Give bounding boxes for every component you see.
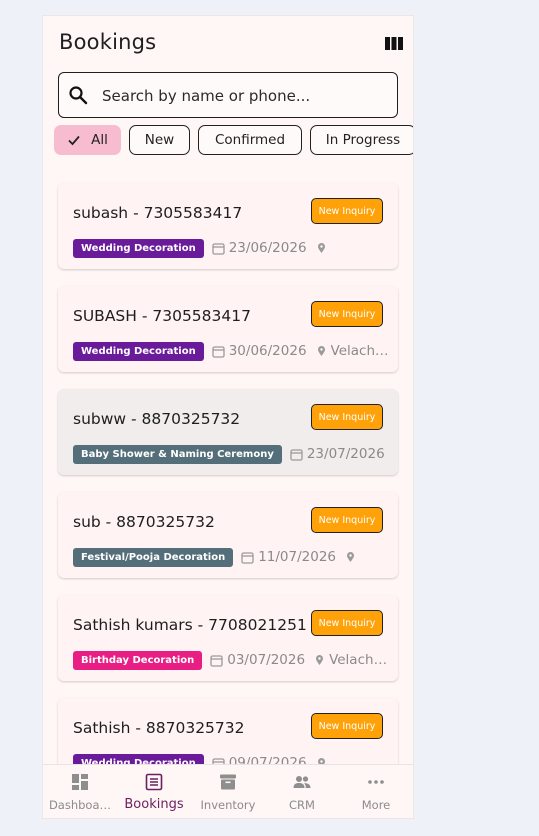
calendar-icon (241, 551, 254, 564)
booking-name: subww - 8870325732 (73, 410, 241, 428)
event-type-tag: Birthday Decoration (73, 650, 203, 670)
filter-chip-label: All (91, 132, 108, 148)
nav-label: CRM (289, 798, 315, 812)
calendar-icon (210, 654, 223, 667)
booking-date: 30/06/2026 (228, 343, 307, 359)
dashboard-icon (72, 774, 88, 790)
event-type-tag: Wedding Decoration (73, 238, 204, 258)
search-icon (69, 86, 88, 105)
nav-item-inventory[interactable]: Inventory (191, 765, 265, 818)
booking-card[interactable]: Sathish kumars - 7708021251 New Inquiry … (58, 595, 398, 681)
filter-chip-in-progress[interactable]: In Progress (310, 125, 413, 155)
booking-name: Sathish kumars - 7708021251 (73, 616, 307, 634)
bookings-list[interactable]: subash - 7305583417 New Inquiry Wedding … (43, 178, 413, 764)
location-pin-icon (317, 758, 325, 764)
booking-date: 23/06/2026 (228, 240, 307, 256)
filter-chip-confirmed[interactable]: Confirmed (198, 125, 302, 155)
more-icon (368, 780, 384, 784)
filter-chip-new[interactable]: New (129, 125, 190, 155)
booking-card[interactable]: SUBASH - 7305583417 New Inquiry Wedding … (58, 286, 398, 372)
event-type-tag: Wedding Decoration (73, 341, 204, 361)
inventory-icon (220, 774, 236, 790)
booking-name: subash - 7305583417 (73, 204, 243, 222)
calendar-icon (212, 242, 225, 255)
booking-card[interactable]: sub - 8870325732 New Inquiry Festival/Po… (58, 492, 398, 578)
booking-name: Sathish - 8870325732 (73, 719, 245, 737)
calendar-icon (212, 757, 225, 764)
booking-location: Velache… (329, 652, 391, 668)
page-title: Bookings (59, 30, 157, 54)
filter-chip-label: In Progress (325, 132, 401, 148)
view-columns-icon[interactable] (385, 37, 403, 50)
booking-card[interactable]: subww - 8870325732 New Inquiry Baby Show… (58, 389, 398, 475)
booking-date: 23/07/2026 (306, 446, 385, 462)
calendar-icon (212, 345, 225, 358)
event-type-tag: Wedding Decoration (73, 753, 204, 764)
nav-label: Dashboa… (48, 798, 112, 812)
location-pin-icon (347, 552, 355, 562)
search-input[interactable] (100, 83, 389, 109)
booking-meta: Baby Shower & Naming Ceremony 23/07/2026 (73, 444, 391, 464)
status-badge: New Inquiry (311, 404, 383, 430)
booking-meta: Wedding Decoration 23/06/2026 (73, 238, 391, 258)
booking-date: 11/07/2026 (258, 549, 337, 565)
bookings-icon (145, 773, 163, 791)
calendar-icon (290, 448, 303, 461)
status-badge: New Inquiry (311, 507, 383, 533)
booking-date: 09/07/2026 (228, 755, 307, 764)
nav-label: Bookings (124, 797, 184, 812)
booking-meta: Wedding Decoration 30/06/2026 Velach… (73, 341, 391, 361)
location-pin-icon (316, 655, 324, 665)
status-badge: New Inquiry (311, 301, 383, 327)
booking-meta: Birthday Decoration 03/07/2026 Velache… (73, 650, 391, 670)
event-type-tag: Baby Shower & Naming Ceremony (73, 444, 282, 464)
booking-meta: Festival/Pooja Decoration 11/07/2026 (73, 547, 391, 567)
booking-meta: Wedding Decoration 09/07/2026 (73, 753, 391, 764)
filter-chip-all[interactable]: All (54, 125, 121, 155)
bottom-navigation: Dashboa… Bookings Inventory CRM More (43, 764, 413, 818)
filter-chip-label: New (144, 132, 175, 148)
check-icon (68, 135, 80, 146)
location-pin-icon (317, 243, 325, 253)
nav-label: More (361, 798, 391, 812)
nav-item-more[interactable]: More (339, 765, 413, 818)
nav-item-dashboard[interactable]: Dashboa… (43, 765, 117, 818)
booking-name: SUBASH - 7305583417 (73, 307, 251, 325)
filter-chip-label: Confirmed (214, 132, 286, 148)
people-icon (293, 776, 311, 788)
event-type-tag: Festival/Pooja Decoration (73, 547, 234, 567)
booking-card[interactable]: subash - 7305583417 New Inquiry Wedding … (58, 183, 398, 269)
booking-name: sub - 8870325732 (73, 513, 215, 531)
nav-item-crm[interactable]: CRM (265, 765, 339, 818)
status-badge: New Inquiry (311, 713, 383, 739)
location-pin-icon (317, 346, 325, 356)
status-badge: New Inquiry (311, 198, 383, 224)
nav-label: Inventory (200, 798, 256, 812)
status-badge: New Inquiry (311, 610, 383, 636)
search-box (58, 72, 398, 118)
nav-item-bookings[interactable]: Bookings (117, 765, 191, 818)
app-screen: Bookings All New Confirmed In Progress (43, 16, 413, 818)
booking-date: 03/07/2026 (227, 652, 306, 668)
booking-location: Velach… (330, 343, 389, 359)
booking-card[interactable]: Sathish - 8870325732 New Inquiry Wedding… (58, 698, 398, 764)
header: Bookings (43, 16, 413, 72)
